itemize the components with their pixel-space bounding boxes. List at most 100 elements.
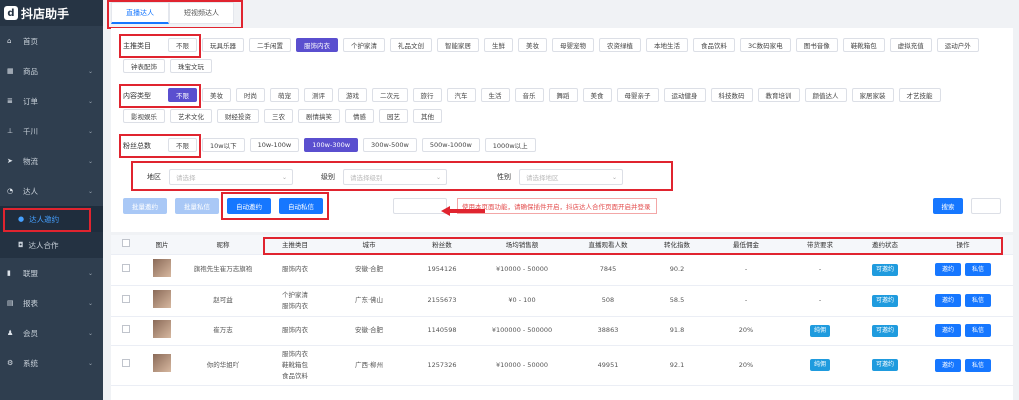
auto-message-button[interactable]: 自动私信	[279, 198, 323, 214]
chip-音乐[interactable]: 音乐	[514, 88, 544, 102]
message-button[interactable]: 私信	[965, 263, 991, 276]
chip-不限[interactable]: 不限	[168, 88, 197, 102]
chip-家居家装[interactable]: 家居家装	[851, 88, 894, 102]
chip-颜值达人[interactable]: 颜值达人	[804, 88, 847, 102]
sidebar-item-系统[interactable]: ⚙ 系统 ⌄	[0, 348, 103, 378]
chip-智能家居[interactable]: 智能家居	[437, 38, 479, 52]
nickname[interactable]: 你的华姐吖	[183, 345, 263, 386]
sidebar-item-报表[interactable]: ▤ 报表 ⌄	[0, 288, 103, 318]
nickname[interactable]: 赵可益	[183, 285, 263, 317]
chip-礼品文创[interactable]: 礼品文创	[390, 38, 432, 52]
message-button[interactable]: 私信	[965, 358, 991, 372]
chip-情感[interactable]: 情感	[345, 109, 374, 123]
column-header: 邀约状态	[857, 235, 913, 255]
chip-游戏[interactable]: 游戏	[338, 88, 367, 102]
chip-舞蹈[interactable]: 舞蹈	[548, 88, 578, 102]
message-button[interactable]: 私信	[965, 294, 991, 307]
chip-美食[interactable]: 美食	[582, 88, 612, 102]
sidebar-subitem-达人合作[interactable]: ◘ 达人合作	[0, 232, 103, 258]
chip-美妆[interactable]: 美妆	[518, 38, 547, 52]
chip-100w-300w[interactable]: 100w-300w	[304, 138, 359, 152]
level-select[interactable]: 请选择级别 ⌄	[343, 169, 447, 185]
chip-不限[interactable]: 不限	[168, 138, 197, 152]
chip-汽车[interactable]: 汽车	[446, 88, 476, 102]
chip-测评[interactable]: 测评	[304, 88, 333, 102]
invite-button[interactable]: 邀约	[935, 324, 961, 337]
chip-服饰内衣[interactable]: 服饰内衣	[296, 38, 338, 52]
chip-二次元[interactable]: 二次元	[372, 88, 408, 102]
sidebar-item-商品[interactable]: ▦ 商品 ⌄	[0, 56, 103, 86]
chip-二手闲置[interactable]: 二手闲置	[249, 38, 291, 52]
sidebar-item-千川[interactable]: ⊥ 千川 ⌄	[0, 116, 103, 146]
tab-live-talent[interactable]: 直播达人	[111, 2, 169, 24]
chip-运动健身[interactable]: 运动健身	[663, 88, 706, 102]
sidebar-item-达人[interactable]: ◔ 达人 ⌄	[0, 176, 103, 206]
sidebar-item-会员[interactable]: ♟ 会员 ⌄	[0, 318, 103, 348]
chip-运动户外[interactable]: 运动户外	[936, 38, 979, 52]
chip-钟表配饰[interactable]: 钟表配饰	[123, 59, 165, 73]
chip-母婴宠物[interactable]: 母婴宠物	[552, 38, 594, 52]
chip-生鲜[interactable]: 生鲜	[484, 38, 513, 52]
chip-剧情搞笑[interactable]: 剧情搞笑	[298, 109, 340, 123]
message-button[interactable]: 私信	[965, 324, 991, 337]
tab-short-video-talent[interactable]: 短视频达人	[169, 2, 234, 24]
region-select[interactable]: 请选择 ⌄	[169, 169, 293, 185]
avatar-cell	[141, 345, 183, 386]
search-button[interactable]: 搜索	[933, 198, 963, 214]
chip-10w-100w[interactable]: 10w-100w	[249, 138, 300, 152]
select-all-checkbox[interactable]	[122, 239, 130, 248]
sidebar-item-物流[interactable]: ➤ 物流 ⌄	[0, 146, 103, 176]
conversion-index: 91.8	[645, 316, 709, 346]
chip-图书音像[interactable]: 图书音像	[795, 38, 838, 52]
row-checkbox[interactable]	[122, 324, 130, 333]
chip-生活[interactable]: 生活	[480, 88, 510, 102]
chip-美妆[interactable]: 美妆	[202, 88, 231, 102]
row-checkbox-cell	[111, 285, 141, 317]
chip-萌宠[interactable]: 萌宠	[270, 88, 299, 102]
invite-button[interactable]: 邀约	[935, 294, 961, 307]
chip-母婴亲子[interactable]: 母婴亲子	[616, 88, 659, 102]
row-checkbox[interactable]	[122, 294, 130, 303]
chip-10w以下[interactable]: 10w以下	[202, 138, 245, 152]
chip-不限[interactable]: 不限	[168, 38, 197, 52]
chip-教育培训[interactable]: 教育培训	[757, 88, 800, 102]
batch-invite-button[interactable]: 批量邀约	[123, 198, 167, 214]
row-checkbox[interactable]	[122, 359, 130, 367]
chip-财经投资[interactable]: 财经投资	[217, 109, 259, 123]
reset-button[interactable]	[971, 198, 1001, 214]
row-checkbox[interactable]	[122, 263, 130, 272]
chip-旅行[interactable]: 旅行	[412, 88, 442, 102]
sidebar-item-订单[interactable]: ≣ 订单 ⌄	[0, 86, 103, 116]
chip-1000w以上[interactable]: 1000w以上	[484, 138, 536, 152]
chip-本地生活[interactable]: 本地生活	[646, 38, 688, 52]
chip-食品饮料[interactable]: 食品饮料	[693, 38, 735, 52]
input-box[interactable]	[393, 198, 447, 214]
chip-才艺技能[interactable]: 才艺技能	[898, 88, 941, 102]
chip-影视娱乐[interactable]: 影视娱乐	[123, 109, 165, 123]
chip-农资绿植[interactable]: 农资绿植	[599, 38, 641, 52]
chip-三农[interactable]: 三农	[264, 109, 293, 123]
chip-艺术文化[interactable]: 艺术文化	[170, 109, 212, 123]
chip-园艺[interactable]: 园艺	[379, 109, 408, 123]
chip-其他[interactable]: 其他	[413, 109, 442, 123]
chip-科技数码[interactable]: 科技数码	[710, 88, 753, 102]
sidebar-item-联盟[interactable]: ▮ 联盟 ⌄	[0, 258, 103, 288]
chip-3C数码家电[interactable]: 3C数码家电	[740, 38, 791, 52]
chip-鞋靴箱包[interactable]: 鞋靴箱包	[842, 38, 885, 52]
chip-个护家清[interactable]: 个护家清	[343, 38, 385, 52]
chip-玩具乐器[interactable]: 玩具乐器	[202, 38, 244, 52]
auto-invite-button[interactable]: 自动邀约	[227, 198, 271, 214]
gender-select[interactable]: 请选择地区 ⌄	[519, 169, 623, 185]
batch-message-button[interactable]: 批量私信	[175, 198, 219, 214]
invite-button[interactable]: 邀约	[935, 358, 961, 372]
chip-时尚[interactable]: 时尚	[236, 88, 265, 102]
sidebar-item-首页[interactable]: ⌂ 首页	[0, 26, 103, 56]
sidebar-subitem-达人邀约[interactable]: ● 达人邀约	[0, 206, 103, 232]
chip-虚拟充值[interactable]: 虚拟充值	[889, 38, 932, 52]
chip-500w-1000w[interactable]: 500w-1000w	[421, 138, 480, 152]
chip-珠宝文玩[interactable]: 珠宝文玩	[170, 59, 212, 73]
nickname[interactable]: 旗袍先生崔万志旗袍	[183, 254, 263, 286]
invite-button[interactable]: 邀约	[935, 263, 961, 276]
nickname[interactable]: 崔万志	[183, 316, 263, 346]
chip-300w-500w[interactable]: 300w-500w	[363, 138, 417, 152]
